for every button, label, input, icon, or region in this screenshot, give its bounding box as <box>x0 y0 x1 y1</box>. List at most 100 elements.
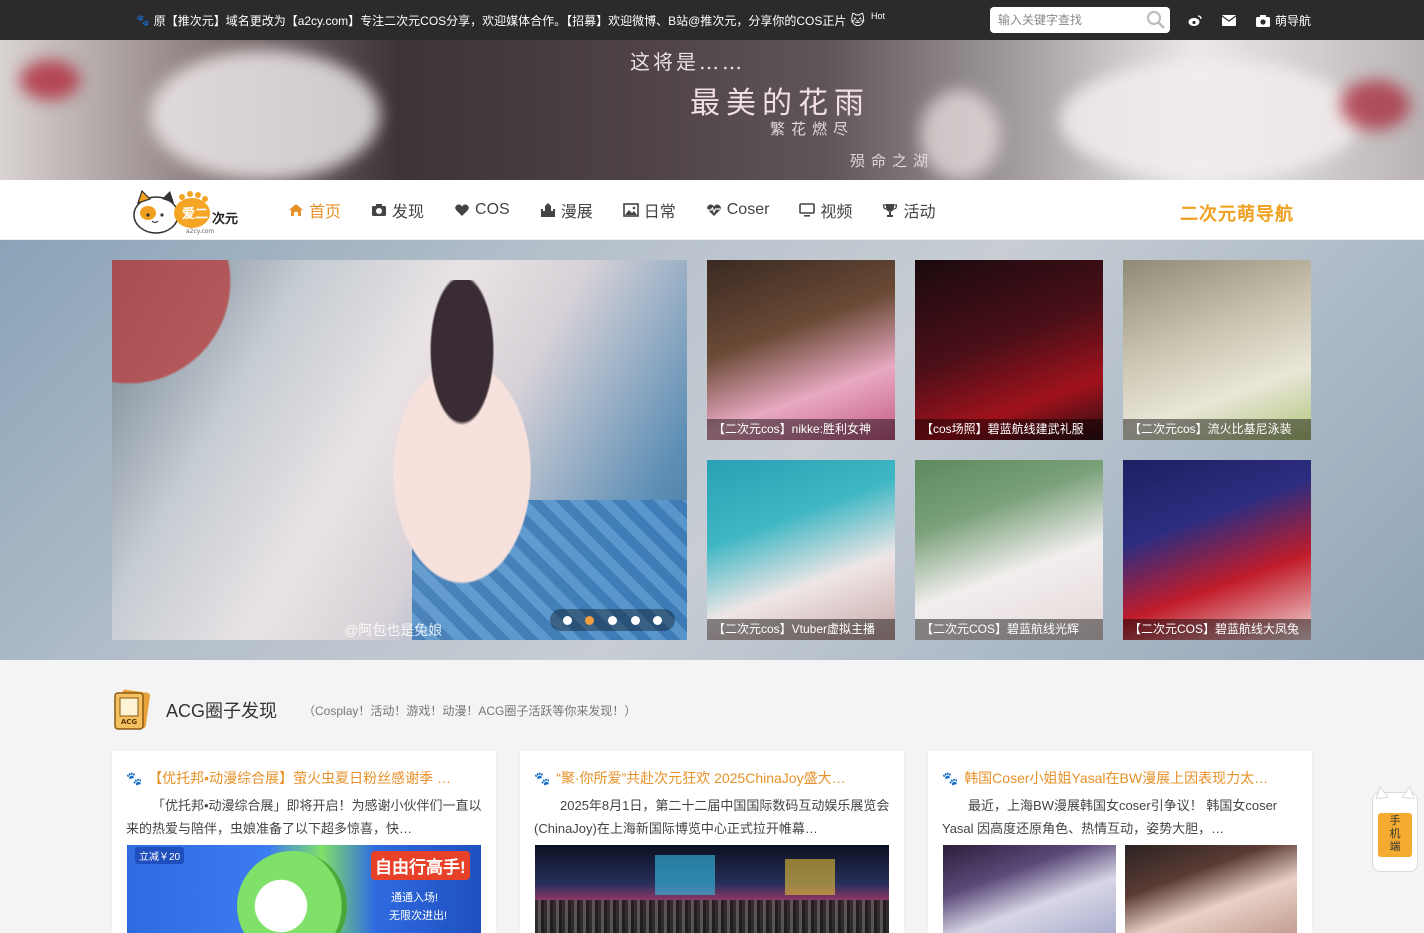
nav-item-events[interactable]: 活动 <box>882 198 935 222</box>
monitor-icon <box>799 203 816 217</box>
article-image[interactable] <box>943 845 1116 933</box>
camera-icon <box>1256 14 1270 27</box>
promo-line2: 无限次进出! <box>389 910 448 922</box>
article-title[interactable]: 🐾 【优托邦•动漫综合展】萤火虫夏日粉丝感谢季 … <box>126 768 482 788</box>
article-excerpt: 最近，上海BW漫展韩国女coser引争议！ 韩国女coser Yasal 因高度… <box>942 798 1278 836</box>
slider-watermark: @阿包也是兔娘 <box>344 622 443 638</box>
slider-dot[interactable] <box>562 615 572 625</box>
svg-text:次元: 次元 <box>212 211 238 227</box>
nav-item-discover[interactable]: 发现 <box>371 198 424 222</box>
section-subtitle: （Cosplay！活动！游戏！动漫！ACG圈子活跃等你来发现！） <box>303 703 637 718</box>
article-title-text: 【优托邦•动漫综合展】萤火虫夏日粉丝感谢季 … <box>148 770 451 786</box>
nav-item-label: 首页 <box>309 204 342 221</box>
heartbeat-icon <box>706 204 721 216</box>
thumb-caption: 【cos场照】碧蓝航线建武礼服 <box>915 419 1103 440</box>
paw-icon: 🐾 <box>942 771 959 786</box>
section-title: ACG圈子发现 <box>166 701 278 721</box>
nav-item-exhibition[interactable]: 漫展 <box>540 198 593 222</box>
thumb-card[interactable]: 【二次元cos】Vtuber虚拟主播 <box>707 460 895 640</box>
thumb-card[interactable]: 【cos场照】碧蓝航线建武礼服 <box>915 260 1103 440</box>
mobile-version-badge[interactable]: 手 机 端 <box>1372 785 1418 872</box>
nav-link-label: 萌导航 <box>1275 14 1312 28</box>
slider-dot[interactable] <box>653 615 663 625</box>
nav-item-daily[interactable]: 日常 <box>622 198 676 222</box>
image-icon <box>622 203 639 217</box>
search-box <box>990 7 1170 33</box>
site-logo[interactable]: 爱二 次元 a2cy.com <box>130 185 250 237</box>
promo-badge-text: 立减￥20 <box>139 852 181 863</box>
svg-text:a2cy.com: a2cy.com <box>186 228 214 235</box>
article-card[interactable]: 🐾 【优托邦•动漫综合展】萤火虫夏日粉丝感谢季 … 「优托邦•动漫综合展」即将开启… <box>112 751 496 933</box>
article-card[interactable]: 🐾 “聚·你所爱”共赴次元狂欢 2025ChinaJoy盛大… 2025年8月1日… <box>520 751 904 933</box>
nav-link-mengdaohang[interactable]: 萌导航 <box>1256 12 1311 29</box>
article-image[interactable] <box>535 845 889 933</box>
announcement-text: 原【推次元】域名更改为【a2cy.com】专注二次元COS分享，欢迎媒体合作。【… <box>153 14 847 28</box>
thumb-caption: 【二次元COS】碧蓝航线大凤兔 <box>1123 619 1311 640</box>
acg-cards-icon: ACG <box>114 689 150 730</box>
thumb-card[interactable]: 【二次元cos】nikke:胜利女神 <box>707 260 895 440</box>
cat-icon: 🐱 <box>850 12 865 28</box>
nav-item-coser[interactable]: Coser <box>706 201 770 219</box>
promo-line1: 通通入场! <box>391 892 439 904</box>
character-art <box>237 851 347 933</box>
hot-badge: Hot <box>870 10 885 21</box>
slider-umbrella <box>112 260 282 480</box>
nav-item-home[interactable]: 首页 <box>288 198 341 222</box>
nav-item-label: Coser <box>726 201 770 218</box>
svg-text:ACG: ACG <box>121 718 138 726</box>
nav-guide-link[interactable]: 二次元萌导航 <box>1180 200 1294 226</box>
banner-title-line1: 这将是…… <box>630 50 745 74</box>
main-nav: 爱二 次元 a2cy.com 首页 发现 COS 漫展 日常 Coser 视频 … <box>0 180 1424 240</box>
banner-figure-left <box>150 50 380 180</box>
main-menu: 首页 发现 COS 漫展 日常 Coser 视频 活动 <box>288 180 965 240</box>
paw-icon: 🐾 <box>534 771 551 786</box>
nav-item-video[interactable]: 视频 <box>799 198 852 222</box>
mail-icon[interactable] <box>1222 15 1236 26</box>
thumb-card[interactable]: 【二次元COS】碧蓝航线大凤兔 <box>1123 460 1311 640</box>
camera-icon <box>372 204 387 216</box>
home-icon <box>289 204 303 216</box>
banner-title-line3: 繁花燃尽 <box>770 120 855 138</box>
main-slider[interactable]: @阿包也是兔娘 <box>112 260 687 640</box>
article-excerpt: 2025年8月1日，第二十二届中国国际数码互动娱乐展览会(ChinaJoy)在上… <box>534 798 890 836</box>
castle-icon <box>540 203 555 217</box>
mobile-label-1: 手 <box>1389 815 1401 827</box>
banner-flower-right <box>1340 80 1410 130</box>
banner-title-line4: 殒命之湖 <box>850 152 935 170</box>
thumb-card[interactable]: 【二次元COS】碧蓝航线光辉 <box>915 460 1103 640</box>
top-banner[interactable]: 这将是…… 最美的花雨 繁花燃尽 殒命之湖 <box>0 40 1424 180</box>
article-title[interactable]: 🐾 “聚·你所爱”共赴次元狂欢 2025ChinaJoy盛大… <box>534 768 890 788</box>
article-image[interactable] <box>1125 845 1297 933</box>
nav-item-label: COS <box>475 201 510 218</box>
slider-dot[interactable] <box>607 615 617 625</box>
mobile-label-3: 端 <box>1389 841 1401 853</box>
thumb-caption: 【二次元COS】碧蓝航线光辉 <box>915 619 1103 640</box>
article-image[interactable]: 立减￥20 自由行高手! 通通入场! 无限次进出! <box>127 845 481 933</box>
search-input[interactable] <box>990 7 1138 33</box>
nav-item-label: 日常 <box>643 204 676 221</box>
nav-item-label: 活动 <box>903 204 936 221</box>
booth-light <box>785 859 835 895</box>
article-excerpt: 「优托邦•动漫综合展」即将开启！为感谢小伙伴们一直以来的热爱与陪伴，虫娘准备了以… <box>126 798 482 836</box>
top-bar: 🐾 原【推次元】域名更改为【a2cy.com】专注二次元COS分享，欢迎媒体合作… <box>0 0 1424 40</box>
slider-dot[interactable] <box>630 615 640 625</box>
top-icons: 萌导航 <box>1188 12 1311 29</box>
promo-badge: 立减￥20 <box>135 847 185 864</box>
section-header: ACG ACG圈子发现 （Cosplay！活动！游戏！动漫！ACG圈子活跃等你来… <box>112 688 636 732</box>
mobile-badge-screen: 手 机 端 <box>1378 813 1412 857</box>
slider-figure <box>342 280 582 630</box>
search-icon[interactable] <box>1146 10 1166 30</box>
nav-item-label: 发现 <box>392 204 425 221</box>
banner-figure-right <box>1060 60 1360 180</box>
weibo-icon[interactable] <box>1188 14 1202 27</box>
announcement: 🐾 原【推次元】域名更改为【a2cy.com】专注二次元COS分享，欢迎媒体合作… <box>136 10 885 29</box>
thumb-caption: 【二次元cos】Vtuber虚拟主播 <box>707 619 895 640</box>
article-title[interactable]: 🐾 韩国Coser小姐姐Yasal在BW漫展上因表现力太… <box>942 768 1298 788</box>
nav-item-cos[interactable]: COS <box>454 201 510 219</box>
logo-text: 爱二 <box>182 206 208 222</box>
article-card[interactable]: 🐾 韩国Coser小姐姐Yasal在BW漫展上因表现力太… 最近，上海BW漫展韩国… <box>928 751 1312 933</box>
banner-flower-left <box>20 60 80 100</box>
paw-icon: 🐾 <box>126 771 143 786</box>
thumb-card[interactable]: 【二次元cos】流火比基尼泳装 <box>1123 260 1311 440</box>
slider-dot-active[interactable] <box>585 615 595 625</box>
